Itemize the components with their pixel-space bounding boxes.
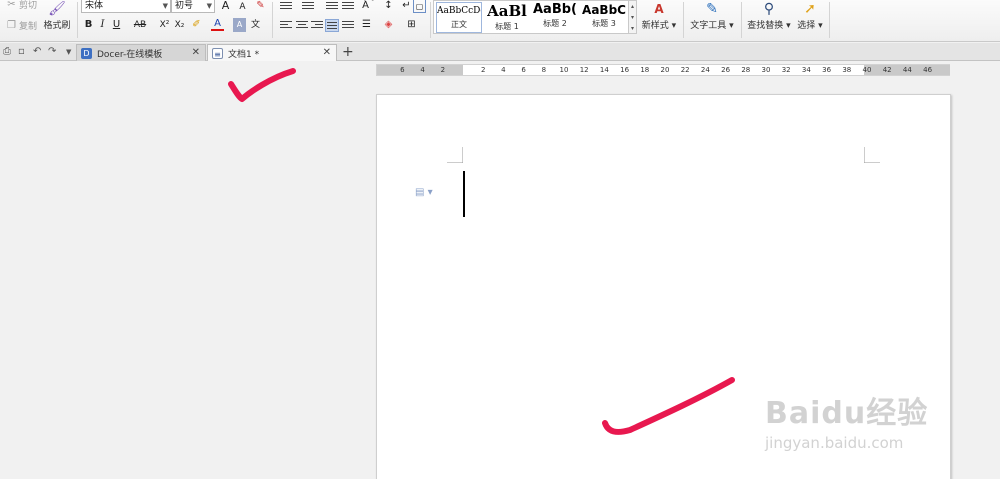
watermark-brand: Baidu经验 xyxy=(765,396,929,431)
watermark-site: jingyan.baidu.com xyxy=(765,434,904,452)
baidu-watermark: Baidu经验 jingyan.baidu.com xyxy=(765,388,955,458)
checkmark-annotation xyxy=(228,68,296,102)
checkmark-annotation xyxy=(602,377,735,435)
